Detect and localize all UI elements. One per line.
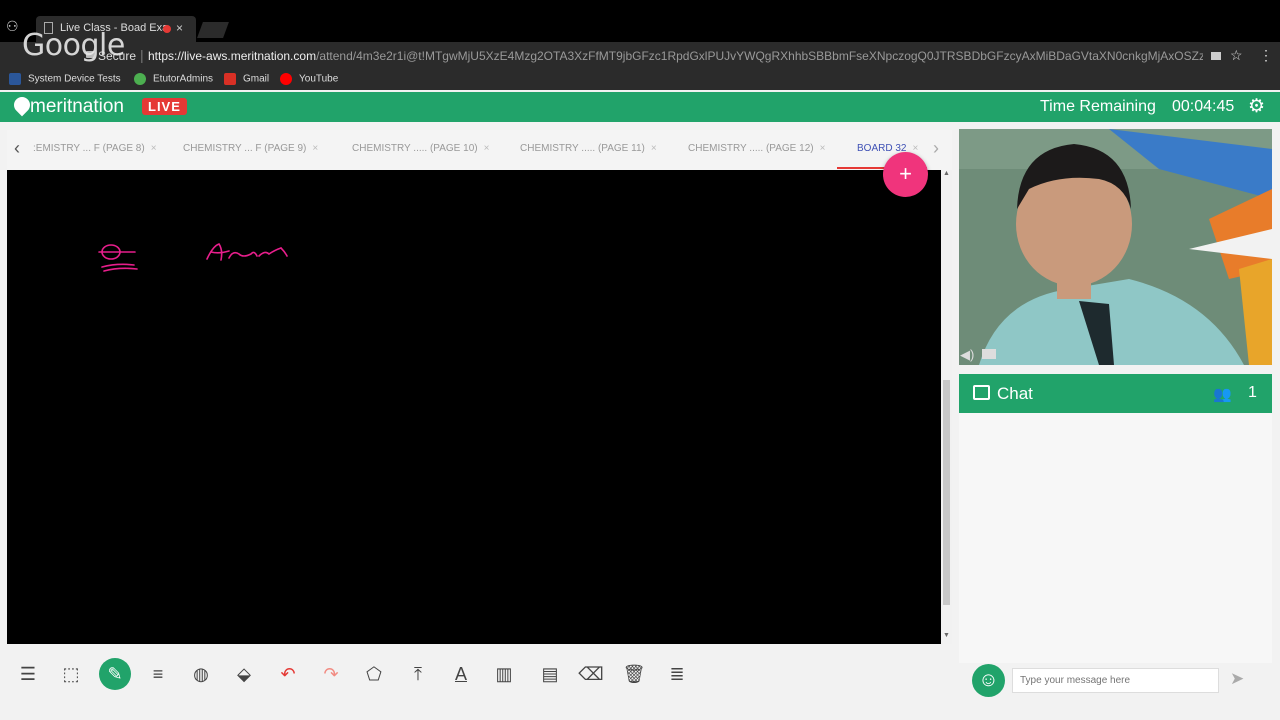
chat-icon <box>973 385 990 400</box>
emoji-button[interactable]: ☺ <box>972 664 1005 697</box>
text-color-icon[interactable]: A <box>445 658 477 690</box>
bookmark-youtube[interactable]: YouTube <box>280 73 338 85</box>
browser-tab-strip: ⚇ Live Class - Boad Exa × <box>0 0 1280 42</box>
send-icon[interactable]: ➤ <box>1230 669 1244 689</box>
url-path: /attend/4m3e2r1i@t!MTgwMjU5XzE4Mzg2OTA3X… <box>316 49 1203 63</box>
chat-message-input[interactable] <box>1012 668 1219 693</box>
chat-title: Chat <box>997 384 1033 403</box>
fill-icon[interactable]: ⬙ <box>228 658 260 690</box>
app-header: meritnation LIVE Time Remaining 00:04:45… <box>0 92 1280 122</box>
palette-icon[interactable]: ◍ <box>185 658 217 690</box>
drawing-toolbar: ☰ ⬚ ✎ ≡ ◍ ⬙ ↶ ↷ ⬠ ⤒ A ▥ ▤ ⌫ 🗑 ≣ <box>7 650 952 700</box>
board-tab[interactable]: CHEMISTRY ..... (PAGE 10) × <box>352 143 489 154</box>
clipboard-icon[interactable]: ▤ <box>534 658 566 690</box>
chat-header: Chat 👥 1 <box>959 374 1272 413</box>
youtube-icon <box>280 73 292 85</box>
screen: ⚇ Live Class - Boad Exa × Secure | https… <box>0 0 1280 720</box>
eraser-icon[interactable]: ⌫ <box>575 658 607 690</box>
pen-icon[interactable]: ✎ <box>99 658 131 690</box>
more-icon[interactable]: ≣ <box>661 658 693 690</box>
redo-icon[interactable]: ↷ <box>315 658 347 690</box>
gear-icon[interactable]: ⚙ <box>1248 95 1265 118</box>
video-feed <box>959 129 1272 365</box>
close-icon[interactable]: × <box>651 143 657 154</box>
text-box-icon[interactable]: ⬚ <box>55 658 87 690</box>
close-icon[interactable]: × <box>176 21 183 35</box>
shapes-icon[interactable]: ⬠ <box>358 658 390 690</box>
url-separator: | <box>140 47 144 63</box>
bookmark-system-device-tests[interactable]: System Device Tests <box>9 73 121 85</box>
star-icon[interactable]: ☆ <box>1230 47 1243 64</box>
board-tab[interactable]: CHEMISTRY ..... (PAGE 11) × <box>520 143 657 154</box>
close-icon[interactable]: × <box>151 143 157 154</box>
bookmark-etutoradmins[interactable]: EtutorAdmins <box>134 73 213 85</box>
scroll-down-icon[interactable]: ▼ <box>943 632 950 639</box>
upload-icon[interactable]: ⤒ <box>402 658 434 690</box>
incognito-icon: ⚇ <box>6 18 19 34</box>
board-tab[interactable]: CHEMISTRY ..... (PAGE 12) × <box>688 143 825 154</box>
participant-count: 1 <box>1248 384 1257 401</box>
close-icon[interactable]: × <box>312 143 318 154</box>
close-icon[interactable]: × <box>820 143 826 154</box>
chevron-right-icon[interactable]: › <box>933 138 939 159</box>
menu-icon[interactable]: ⋮ <box>1259 47 1273 64</box>
bookmark-gmail[interactable]: Gmail <box>224 73 269 85</box>
chevron-left-icon[interactable]: ‹ <box>14 138 20 159</box>
close-icon[interactable]: × <box>484 143 490 154</box>
line-weight-icon[interactable]: ≡ <box>142 658 174 690</box>
scroll-up-icon[interactable]: ▲ <box>943 170 950 177</box>
list-icon[interactable]: ☰ <box>12 658 44 690</box>
chart-icon[interactable]: ▥ <box>488 658 520 690</box>
volume-icon[interactable]: ◀) <box>960 347 974 363</box>
presenter-video <box>959 129 1272 365</box>
etutor-icon <box>134 73 146 85</box>
new-tab-button[interactable] <box>197 22 229 38</box>
google-watermark: Google <box>22 28 125 63</box>
recording-icon <box>163 25 171 33</box>
handwriting-layer <box>98 243 288 272</box>
video-camera-icon[interactable] <box>982 349 996 359</box>
live-badge: LIVE <box>142 98 187 115</box>
url-field[interactable]: https://live-aws.meritnation.com/attend/… <box>148 49 1203 63</box>
people-icon[interactable]: 👥 <box>1213 385 1232 403</box>
bookmarks-bar: System Device Tests EtutorAdmins Gmail Y… <box>0 70 1280 90</box>
board-tab[interactable]: CHEMISTRY ... F (PAGE 9) × <box>183 143 318 154</box>
camera-icon[interactable] <box>1211 52 1221 60</box>
trash-icon[interactable]: 🗑 <box>618 658 650 690</box>
whiteboard-canvas[interactable] <box>7 170 941 644</box>
chat-messages <box>959 413 1272 663</box>
time-remaining-label: Time Remaining <box>1040 98 1156 115</box>
url-host: https://live-aws.meritnation.com <box>148 49 317 63</box>
logo-text: meritnation <box>30 96 124 117</box>
undo-icon[interactable]: ↶ <box>272 658 304 690</box>
board-tab[interactable]: :EMISTRY ... F (PAGE 8) × <box>33 143 157 154</box>
gmail-icon <box>224 73 236 85</box>
time-remaining-value: 00:04:45 <box>1172 98 1235 115</box>
address-bar: Secure | https://live-aws.meritnation.co… <box>0 42 1280 70</box>
board-tabs: ‹ :EMISTRY ... F (PAGE 8) × CHEMISTRY ...… <box>7 130 952 170</box>
canvas-scrollbar[interactable]: ▲ ▼ <box>941 170 952 644</box>
add-board-button[interactable]: + <box>883 152 928 197</box>
word-icon <box>9 73 21 85</box>
close-icon[interactable]: × <box>912 143 918 154</box>
scrollbar-thumb[interactable] <box>943 380 950 605</box>
